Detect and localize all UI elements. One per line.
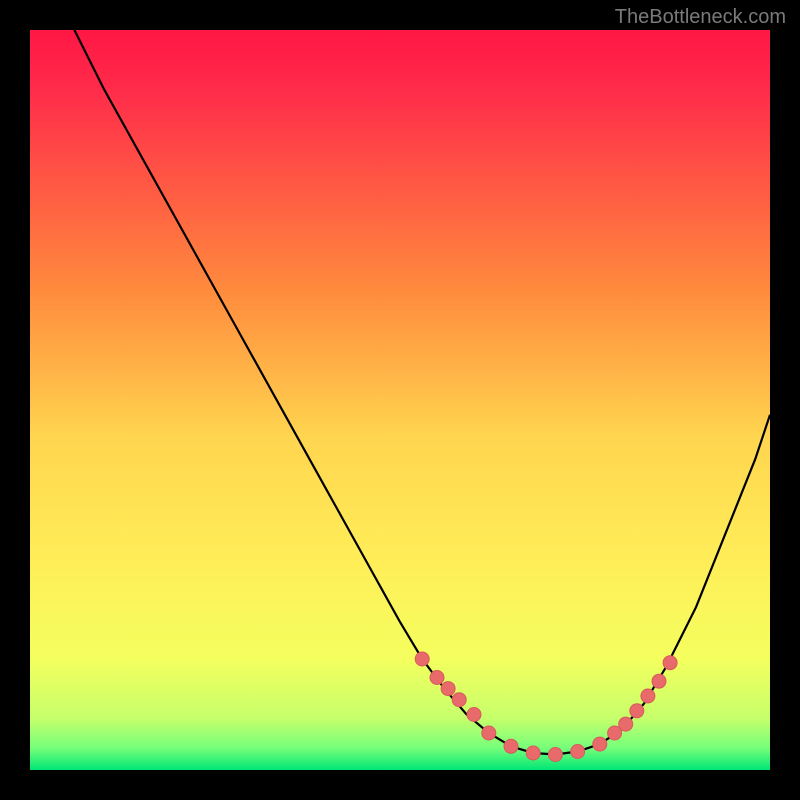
dot <box>630 704 644 718</box>
dot <box>504 739 518 753</box>
dot <box>452 693 466 707</box>
dot <box>663 656 677 670</box>
dot <box>652 674 666 688</box>
dot <box>441 682 455 696</box>
dot <box>415 652 429 666</box>
bottleneck-chart <box>0 0 800 800</box>
watermark-text: TheBottleneck.com <box>615 6 786 29</box>
dot <box>619 717 633 731</box>
dot <box>482 726 496 740</box>
dot <box>548 748 562 762</box>
dot <box>571 745 585 759</box>
dot <box>526 746 540 760</box>
dot <box>467 708 481 722</box>
dot <box>641 689 655 703</box>
plot-background <box>30 30 770 770</box>
dot <box>593 737 607 751</box>
dot <box>430 671 444 685</box>
